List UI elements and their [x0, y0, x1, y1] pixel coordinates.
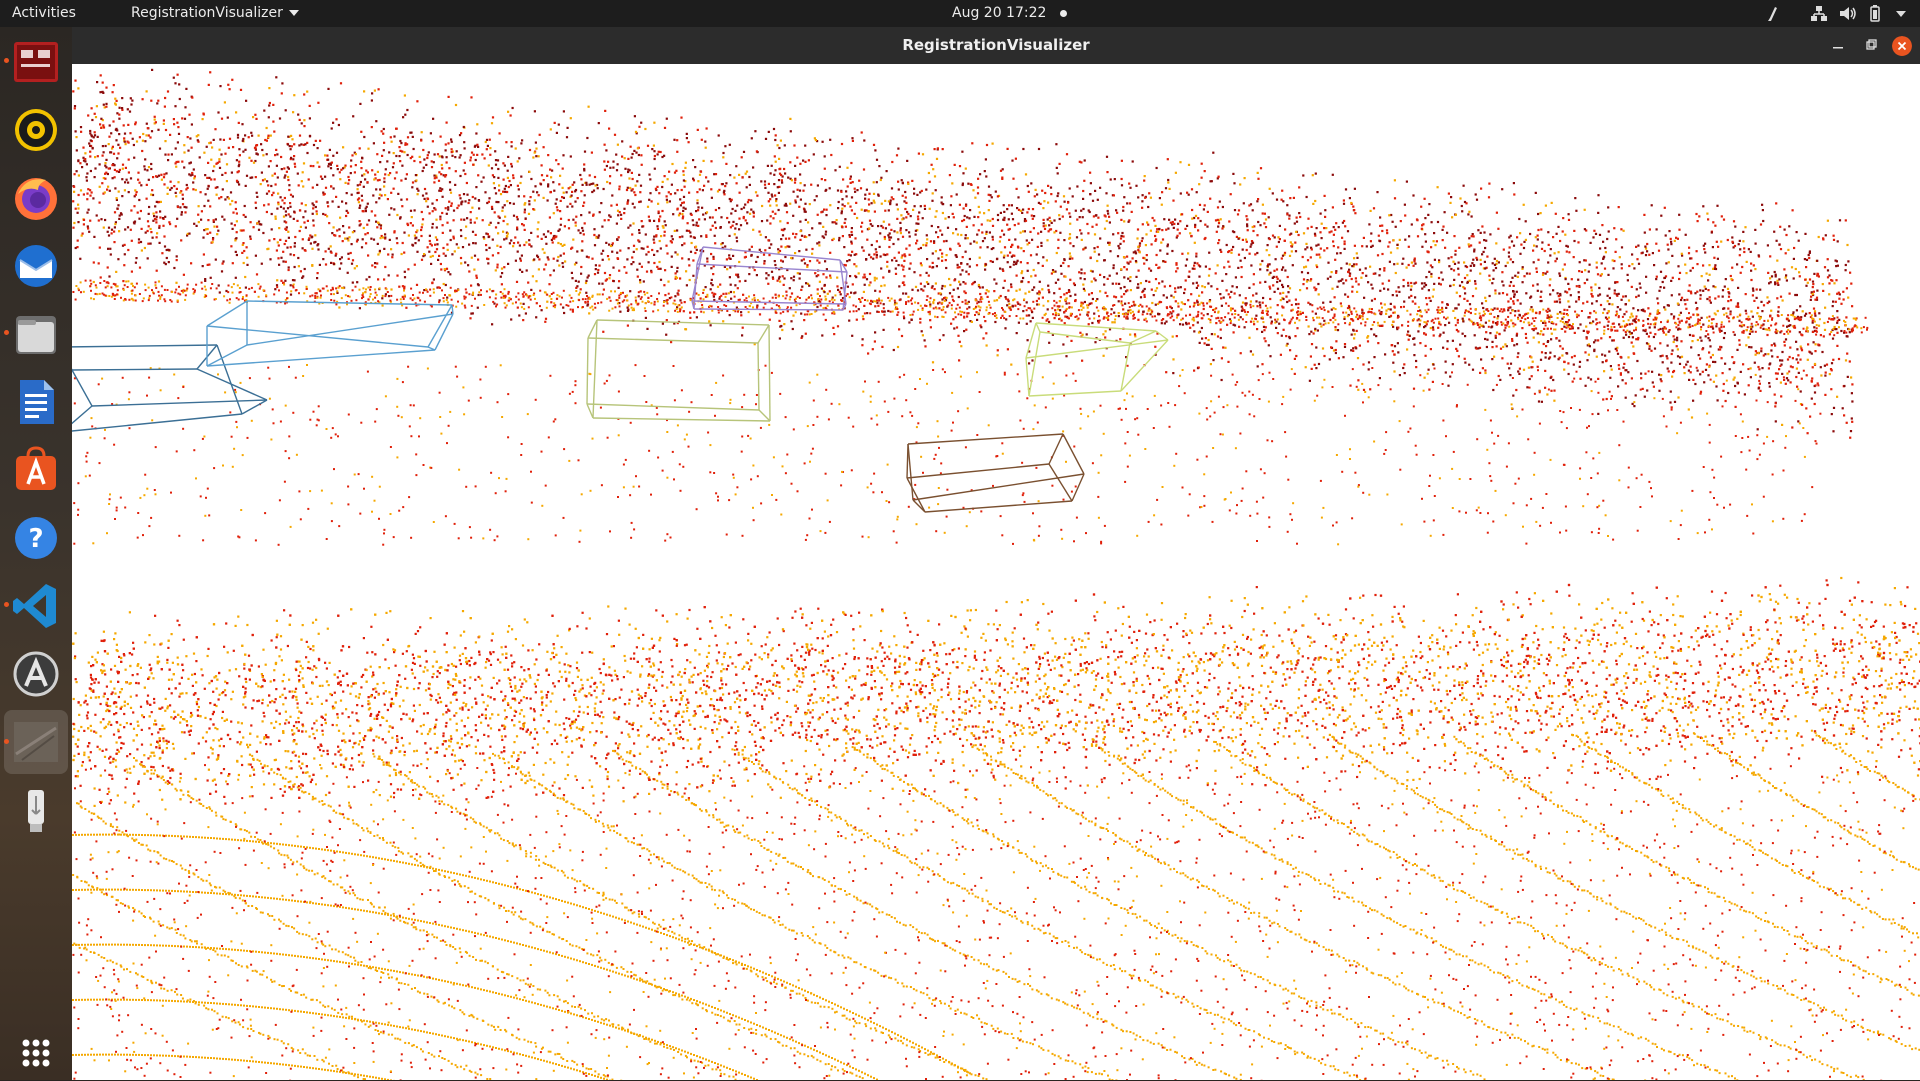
vscode-icon[interactable] [8, 578, 64, 634]
maximize-icon[interactable] [1861, 36, 1881, 56]
files-icon[interactable] [8, 306, 64, 362]
app-window: RegistrationVisualizer [72, 27, 1920, 1080]
libreoffice-writer-icon[interactable] [8, 374, 64, 430]
network-icon[interactable] [1810, 4, 1828, 23]
battery-icon[interactable] [1868, 4, 1882, 23]
clock-label: Aug 20 17:22 [952, 5, 1046, 21]
dock: ? [0, 27, 73, 1080]
point-cloud-viewport[interactable] [72, 64, 1920, 1080]
system-menu-chevron-icon[interactable] [1894, 4, 1908, 23]
notification-dot-icon [1060, 9, 1068, 17]
help-icon[interactable]: ? [8, 510, 64, 566]
software-updater-icon[interactable] [8, 646, 64, 702]
volume-icon[interactable] [1838, 4, 1858, 23]
grid-icon [22, 1039, 50, 1067]
close-icon[interactable] [1892, 36, 1912, 56]
chevron-down-icon [288, 10, 299, 16]
svg-text:?: ? [28, 524, 43, 554]
pen-tablet-icon[interactable] [1764, 4, 1780, 23]
usb-drive-icon[interactable] [8, 782, 64, 838]
activities-button[interactable]: Activities [12, 0, 76, 27]
show-applications-button[interactable] [8, 1025, 64, 1081]
registration-visualizer-icon[interactable] [8, 714, 64, 770]
clock-button[interactable]: Aug 20 17:22 [952, 0, 1068, 27]
thunderbird-icon[interactable] [8, 238, 64, 294]
top-bar: Activities RegistrationVisualizer Aug 20… [0, 0, 1920, 27]
firefox-icon[interactable] [8, 170, 64, 226]
ubuntu-software-icon[interactable] [8, 442, 64, 498]
window-title: RegistrationVisualizer [902, 36, 1089, 54]
point-cloud-canvas[interactable] [72, 64, 1920, 1080]
app-menu-label: RegistrationVisualizer [131, 5, 283, 21]
minimize-icon[interactable] [1828, 36, 1848, 56]
terminal-app-icon[interactable] [8, 34, 64, 90]
rhythmbox-icon[interactable] [8, 102, 64, 158]
window-titlebar[interactable]: RegistrationVisualizer [72, 27, 1920, 64]
app-menu-button[interactable]: RegistrationVisualizer [131, 0, 299, 27]
